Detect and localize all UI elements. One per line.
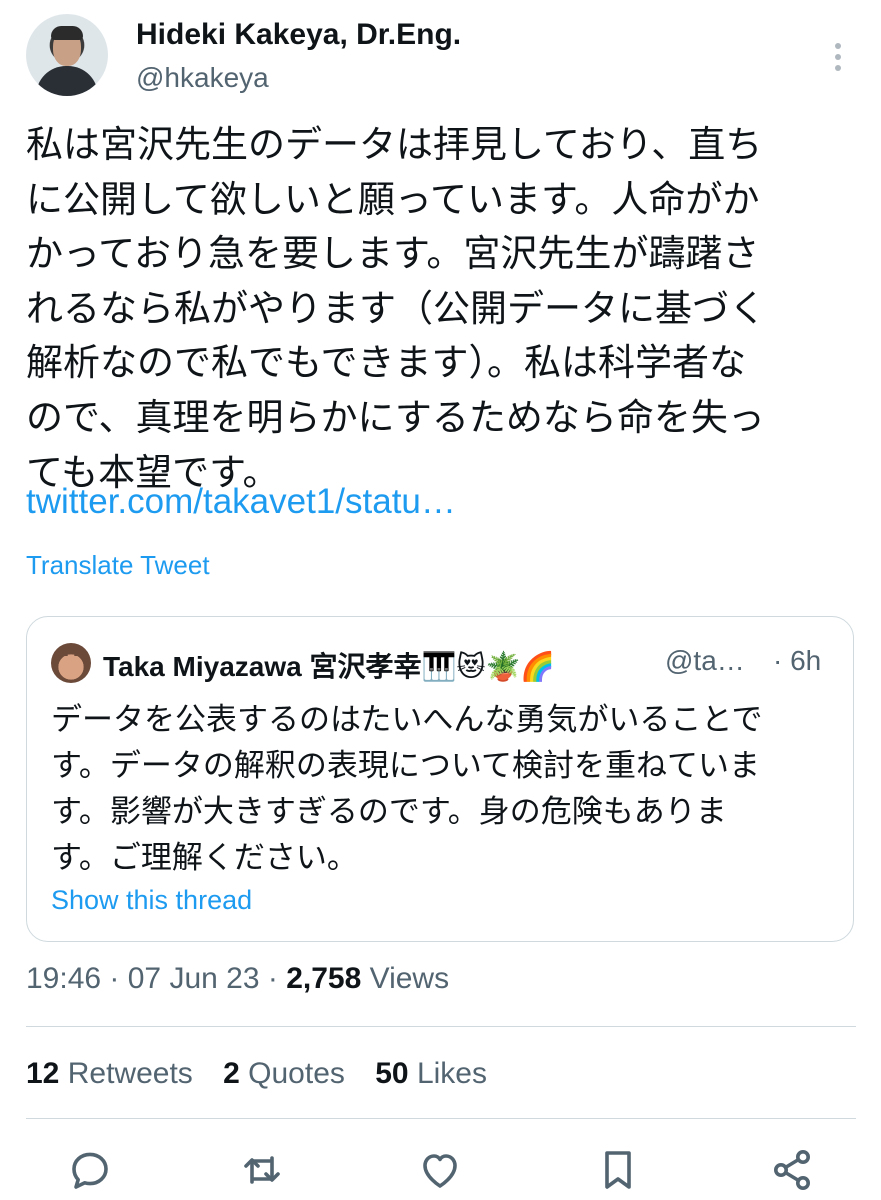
quoted-tweet-text: データを公表するのはたいへんな勇気がいることで す。データの解釈の表現について検… — [51, 702, 763, 876]
likes-count: 50 — [375, 1057, 409, 1090]
engagement-stats: 12 Retweets 2 Quotes 50 Likes — [26, 1057, 487, 1091]
tweet-metadata: 19:46 · 07 Jun 23 · 2,758 Views — [26, 962, 449, 996]
more-vertical-icon[interactable] — [824, 38, 852, 74]
tweet-datetime[interactable]: 19:46 · 07 Jun 23 · — [26, 962, 278, 995]
quoted-tweet-time[interactable]: · 6h — [773, 645, 821, 677]
quoted-tweet-header: Taka Miyazawa 宮沢孝幸🎹😻🪴🌈 @ta… · 6h — [51, 643, 831, 683]
author-avatar[interactable] — [26, 14, 108, 96]
retweets-count: 12 — [26, 1057, 60, 1090]
retweets-label: Retweets — [67, 1057, 193, 1090]
quoted-author-display-name[interactable]: Taka Miyazawa 宮沢孝幸🎹😻🪴🌈 — [103, 645, 555, 685]
views-count: 2,758 — [286, 962, 362, 995]
share-icon[interactable] — [768, 1146, 816, 1194]
divider — [26, 1118, 856, 1119]
translate-tweet-link[interactable]: Translate Tweet — [26, 550, 210, 581]
quotes-stat[interactable]: 2 Quotes — [223, 1057, 345, 1090]
author-handle[interactable]: @hkakeya — [136, 62, 269, 94]
tweet-header: Hideki Kakeya, Dr.Eng. @hkakeya — [26, 14, 856, 104]
tweet-text: 私は宮沢先生のデータは拝見しており、直ち に公開して欲しいと願っています。人命が… — [26, 123, 766, 494]
likes-label: Likes — [416, 1057, 487, 1090]
quoted-author-handle[interactable]: @ta… — [665, 645, 745, 677]
quotes-count: 2 — [223, 1057, 240, 1090]
likes-stat[interactable]: 50 Likes — [375, 1057, 487, 1090]
quoted-tweet[interactable]: Taka Miyazawa 宮沢孝幸🎹😻🪴🌈 @ta… · 6h データを公表す… — [26, 616, 854, 942]
quotes-label: Quotes — [248, 1057, 345, 1090]
views-label: Views — [369, 962, 450, 995]
reply-icon[interactable] — [66, 1146, 114, 1194]
retweets-stat[interactable]: 12 Retweets — [26, 1057, 193, 1090]
bookmark-icon[interactable] — [594, 1146, 642, 1194]
tweet-action-bar — [26, 1142, 856, 1198]
retweet-icon[interactable] — [238, 1146, 286, 1194]
quoted-author-avatar[interactable] — [51, 643, 91, 683]
divider — [26, 1026, 856, 1027]
author-display-name[interactable]: Hideki Kakeya, Dr.Eng. — [136, 18, 461, 52]
tweet-link[interactable]: twitter.com/takavet1/statu… — [26, 482, 456, 522]
heart-icon[interactable] — [416, 1146, 464, 1194]
show-thread-link[interactable]: Show this thread — [51, 885, 252, 916]
